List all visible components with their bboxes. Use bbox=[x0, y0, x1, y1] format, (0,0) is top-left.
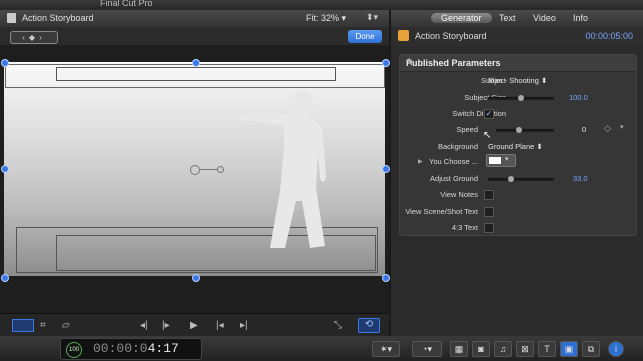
view-options-icon[interactable]: ⬍▾ bbox=[366, 12, 378, 23]
tab-generator[interactable]: Generator bbox=[431, 13, 492, 23]
retime-menu-icon[interactable]: ◔▾ bbox=[412, 341, 442, 357]
mouse-cursor-icon: ↖ bbox=[483, 130, 492, 141]
view-notes-checkbox[interactable] bbox=[484, 190, 494, 200]
crop-icon[interactable]: ⌗ bbox=[40, 320, 46, 331]
switch-direction-checkbox[interactable]: ✓ bbox=[484, 109, 494, 119]
4-3-text-checkbox[interactable] bbox=[484, 223, 494, 233]
adjust-ground-value[interactable]: 33.0 bbox=[573, 174, 588, 183]
timecode-bright: 4:17 bbox=[147, 341, 179, 356]
libraries-icon[interactable]: ▦ bbox=[450, 341, 468, 357]
inspector-duration: 00:00:05:00 bbox=[585, 31, 633, 41]
color-well[interactable]: ▾ bbox=[486, 154, 516, 167]
go-to-end-icon[interactable]: ▸| bbox=[240, 320, 248, 331]
window-titlebar: Final Cut Pro bbox=[0, 0, 643, 10]
background-popup[interactable]: Ground Plane ⬍ bbox=[488, 142, 543, 151]
loop-icon[interactable]: ⟲ bbox=[358, 318, 380, 333]
viewer-header: Action Storyboard Fit: 32% ▾ ⬍▾ bbox=[0, 10, 389, 28]
previous-frame-icon[interactable]: ◂| bbox=[140, 320, 148, 331]
next-frame-icon[interactable]: |▸ bbox=[162, 320, 170, 331]
titles-icon[interactable]: T bbox=[538, 341, 556, 357]
play-icon[interactable]: ▶ bbox=[190, 320, 198, 331]
transitions-icon[interactable]: ⊠ bbox=[516, 341, 534, 357]
photos-icon[interactable]: ◙ bbox=[472, 341, 490, 357]
fit-label: Fit: bbox=[306, 13, 319, 23]
color-dropdown-icon: ▾ bbox=[505, 156, 509, 163]
background-tasks-indicator[interactable]: 100 bbox=[66, 342, 82, 358]
dashboard-timecode[interactable]: 100 00:00:04:17 bbox=[60, 338, 202, 360]
timecode-readout: 00:00:04:17 bbox=[93, 341, 179, 356]
frame-handle-top[interactable] bbox=[192, 59, 200, 67]
background-value: Ground Plane bbox=[488, 142, 535, 151]
viewer-toolbar: ‹◆› Done bbox=[0, 27, 389, 45]
param-label-view-notes: View Notes bbox=[440, 190, 478, 199]
speed-slider[interactable] bbox=[496, 127, 554, 133]
shooting-man-silhouette bbox=[236, 89, 326, 249]
frame-handle-top-right[interactable] bbox=[382, 59, 390, 67]
subject-size-knob[interactable] bbox=[518, 95, 524, 101]
published-parameters-header: Published Parameters ↰ bbox=[400, 55, 636, 72]
inspector-icon[interactable]: i bbox=[608, 341, 624, 357]
subject-value: Man - Shooting bbox=[488, 76, 539, 85]
inspector-clip-name: Action Storyboard bbox=[415, 31, 487, 41]
subject-popup[interactable]: Man - Shooting ⬍ bbox=[488, 76, 547, 85]
param-label-view-scene-shot-text: View Scene/Shot Text bbox=[405, 207, 478, 216]
param-label-adjust-ground: Adjust Ground bbox=[430, 174, 478, 183]
frame-handle-top-left[interactable] bbox=[1, 59, 9, 67]
app-title: Final Cut Pro bbox=[100, 0, 153, 8]
adjust-ground-knob[interactable] bbox=[508, 176, 514, 182]
param-menu-icon[interactable]: ▾ bbox=[620, 123, 624, 131]
color-swatch bbox=[489, 157, 501, 164]
tools-menu-icon[interactable]: ✶▾ bbox=[372, 341, 400, 357]
frame-handle-right[interactable] bbox=[382, 165, 390, 173]
keyframe-icon[interactable]: ◇ bbox=[604, 123, 611, 134]
tab-text[interactable]: Text bbox=[499, 13, 516, 23]
done-button[interactable]: Done bbox=[348, 30, 382, 43]
subject-size-value[interactable]: 100.0 bbox=[569, 93, 588, 102]
param-label-you-choose: You Choose ... bbox=[429, 157, 478, 166]
clip-icon bbox=[7, 13, 16, 23]
tab-video[interactable]: Video bbox=[533, 13, 556, 23]
transform-icon[interactable] bbox=[12, 319, 34, 332]
frame-handle-bottom-left[interactable] bbox=[1, 274, 9, 282]
speed-knob[interactable] bbox=[516, 127, 522, 133]
top-text-frame-inner bbox=[56, 67, 336, 81]
subject-size-slider[interactable] bbox=[488, 95, 554, 101]
generators-icon[interactable]: ▣ bbox=[560, 341, 578, 357]
inspector-tabs: Generator Text Video Info bbox=[391, 10, 643, 27]
anchor-point[interactable] bbox=[190, 165, 200, 175]
tab-info[interactable]: Info bbox=[573, 13, 588, 23]
param-label-4-3-text: 4:3 Text bbox=[451, 223, 478, 232]
speed-value[interactable]: 0 bbox=[582, 125, 586, 134]
frame-handle-bottom-right[interactable] bbox=[382, 274, 390, 282]
themes-icon[interactable]: ⧉ bbox=[582, 341, 600, 357]
adjust-ground-slider[interactable] bbox=[488, 176, 554, 182]
param-label-background: Background bbox=[437, 142, 478, 151]
frame-handle-bottom[interactable] bbox=[192, 274, 200, 282]
viewer-controls: ⌗ ▱ ◂| |▸ ▶ |◂ ▸| ⤡ ⟲ bbox=[0, 313, 389, 337]
rotation-handle[interactable] bbox=[217, 166, 224, 173]
view-scene-shot-text-checkbox[interactable] bbox=[484, 207, 494, 217]
fit-menu[interactable]: Fit: 32% ▾ bbox=[306, 13, 346, 24]
reset-icon[interactable]: ↰ bbox=[406, 57, 620, 68]
rotation-line bbox=[199, 169, 217, 170]
viewer-title: Action Storyboard bbox=[22, 13, 94, 23]
music-icon[interactable]: ♫ bbox=[494, 341, 512, 357]
go-to-start-icon[interactable]: |◂ bbox=[216, 320, 224, 331]
generator-icon bbox=[398, 30, 409, 41]
timecode-dim: 00:00:0 bbox=[93, 341, 148, 356]
transform-nav-buttons[interactable]: ‹◆› bbox=[10, 31, 58, 44]
param-label-speed: Speed bbox=[456, 125, 478, 134]
fit-value: 32% bbox=[321, 13, 340, 23]
frame-handle-left[interactable] bbox=[1, 165, 9, 173]
distort-icon[interactable]: ▱ bbox=[62, 320, 70, 331]
inspector-header: Action Storyboard 00:00:05:00 bbox=[391, 27, 643, 47]
fullscreen-icon[interactable]: ⤡ bbox=[334, 320, 342, 331]
